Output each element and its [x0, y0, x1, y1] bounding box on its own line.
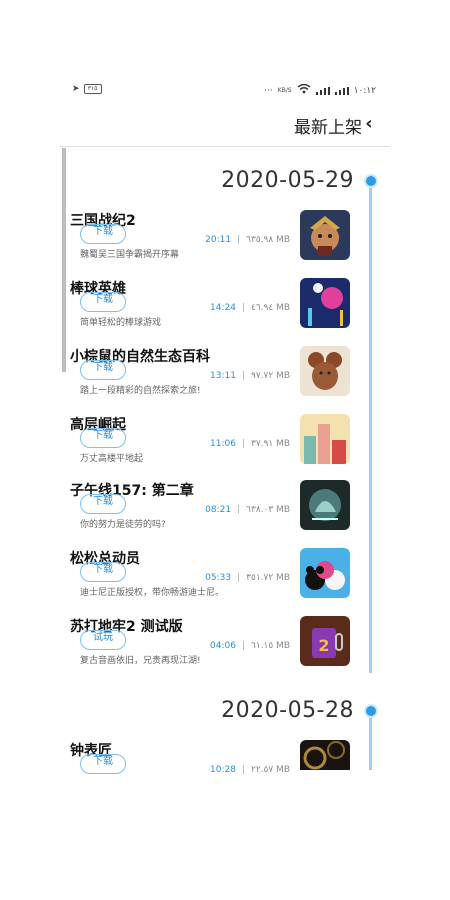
file-size: ٣٥١.٧٢ MB: [246, 573, 290, 583]
release-time: 11:06: [210, 439, 236, 449]
game-icon-soda-dungeon[interactable]: 2: [300, 616, 350, 666]
scrollbar[interactable]: [62, 148, 66, 372]
release-time: 13:11: [210, 371, 236, 381]
release-time: 04:06: [210, 641, 236, 651]
network-speed: KB/S: [277, 87, 292, 94]
file-size: ٦٣٥.٩٨ MB: [246, 235, 290, 245]
release-time: 08:21: [205, 505, 232, 515]
game-description: 踏上一段精彩的自然探索之旅!: [80, 386, 201, 396]
file-size: ٣٧.٩١ MB: [250, 439, 290, 449]
signal-icon: [315, 86, 330, 95]
list-item[interactable]: 子午线157: 第二章 下载 你的努力是徒劳的吗? 08:21 | ٦٣٨.٠٣ M…: [70, 480, 352, 542]
list-item[interactable]: 钟表匠 下载 10:28 | ٢٢.٥٧ MB: [70, 740, 352, 802]
game-icon-baseball[interactable]: [300, 278, 350, 328]
timeline-dot: [364, 174, 378, 188]
back-chevron-icon[interactable]: ‹: [360, 115, 378, 134]
section-date: 2020-05-28: [221, 698, 354, 723]
download-button[interactable]: 下载: [80, 428, 126, 448]
game-icon-tsum[interactable]: [300, 548, 350, 598]
meta-separator: |: [241, 439, 245, 449]
game-description: 万丈高楼平地起: [80, 454, 144, 464]
game-description: 魏蜀吴三国争霸揭开序幕: [80, 250, 180, 260]
status-left: ➤ ٣١٥: [72, 84, 102, 94]
item-meta: 08:21 | ٦٣٨.٠٣ MB: [205, 505, 290, 515]
game-description: 复古音画依旧，兄贵再现江湖!: [80, 656, 201, 666]
download-button[interactable]: 下载: [80, 224, 126, 244]
game-icon-meridian[interactable]: [300, 480, 350, 530]
meta-separator: |: [237, 505, 241, 515]
timeline-line: [369, 714, 372, 770]
file-size: ٩٧.٧٢ MB: [250, 371, 290, 381]
wifi-icon: [297, 83, 311, 97]
game-icon-clockmaker[interactable]: [300, 740, 350, 770]
list-item[interactable]: 松松总动员 下载 迪士尼正版授权，带你畅游迪士尼。 05:33 | ٣٥١.٧٢ M…: [70, 548, 352, 610]
release-time: 10:28: [210, 765, 236, 775]
page-title: 最新上架: [294, 118, 362, 138]
game-description: 迪士尼正版授权，带你畅游迪士尼。: [80, 588, 225, 598]
release-time: 20:11: [205, 235, 232, 245]
game-icon-mouse[interactable]: [300, 346, 350, 396]
battery-indicator: ٣١٥: [83, 84, 102, 94]
item-meta: 11:06 | ٣٧.٩١ MB: [210, 439, 290, 449]
header-divider: [60, 146, 390, 147]
game-icon-highrise[interactable]: [300, 414, 350, 464]
file-size: ٤٦.٩٤ MB: [250, 303, 290, 313]
item-meta: 20:11 | ٦٣٥.٩٨ MB: [205, 235, 290, 245]
item-meta: 14:24 | ٤٦.٩٤ MB: [210, 303, 290, 313]
item-meta: 04:06 | ٦١.١٥ MB: [210, 641, 290, 651]
meta-separator: |: [241, 371, 245, 381]
list-item[interactable]: 三国战纪2 下载 魏蜀吴三国争霸揭开序幕 20:11 | ٦٣٥.٩٨ MB: [70, 210, 352, 272]
download-button[interactable]: 下载: [80, 360, 126, 380]
status-right: ··· KB/S ١٠:١٢: [264, 83, 376, 97]
trial-button[interactable]: 试玩: [80, 630, 126, 650]
release-time: 14:24: [210, 303, 236, 313]
status-time: ١٠:١٢: [353, 85, 376, 96]
timeline-line: [369, 181, 372, 673]
meta-separator: |: [241, 303, 245, 313]
download-button[interactable]: 下载: [80, 562, 126, 582]
timeline-dot: [364, 704, 378, 718]
download-button[interactable]: 下载: [80, 494, 126, 514]
status-bar: ➤ ٣١٥ ··· KB/S ١٠:١٢: [0, 80, 450, 102]
file-size: ٦١.١٥ MB: [250, 641, 290, 651]
game-description: 你的努力是徒劳的吗?: [80, 520, 166, 530]
location-arrow-icon: ➤: [72, 84, 80, 94]
signal-icon-2: [334, 86, 349, 95]
svg-text:2: 2: [318, 636, 329, 655]
item-meta: 05:33 | ٣٥١.٧٢ MB: [205, 573, 290, 583]
file-size: ٢٢.٥٧ MB: [250, 765, 290, 775]
meta-separator: |: [241, 765, 245, 775]
list-item[interactable]: 棒球英雄 下载 简单轻松的棒球游戏 14:24 | ٤٦.٩٤ MB: [70, 278, 352, 340]
game-description: 简单轻松的棒球游戏: [80, 318, 162, 328]
download-button[interactable]: 下载: [80, 754, 126, 774]
item-meta: 10:28 | ٢٢.٥٧ MB: [210, 765, 290, 775]
meta-separator: |: [237, 235, 241, 245]
meta-separator: |: [237, 573, 241, 583]
header: 最新上架 ‹: [0, 108, 450, 146]
list-item[interactable]: 苏打地牢2 测试版 试玩 复古音画依旧，兄贵再现江湖! 04:06 | ٦١.١٥ …: [70, 616, 352, 678]
item-meta: 13:11 | ٩٧.٧٢ MB: [210, 371, 290, 381]
section-date: 2020-05-29: [221, 168, 354, 193]
download-button[interactable]: 下载: [80, 292, 126, 312]
game-icon-sanguo[interactable]: [300, 210, 350, 260]
list-item[interactable]: 高层崛起 下载 万丈高楼平地起 11:06 | ٣٧.٩١ MB: [70, 414, 352, 476]
notification-dots: ···: [264, 85, 273, 96]
file-size: ٦٣٨.٠٣ MB: [246, 505, 290, 515]
meta-separator: |: [241, 641, 245, 651]
release-time: 05:33: [205, 573, 232, 583]
list-item[interactable]: 小棕鼠的自然生态百科 下载 踏上一段精彩的自然探索之旅! 13:11 | ٩٧.٧٢…: [70, 346, 352, 408]
